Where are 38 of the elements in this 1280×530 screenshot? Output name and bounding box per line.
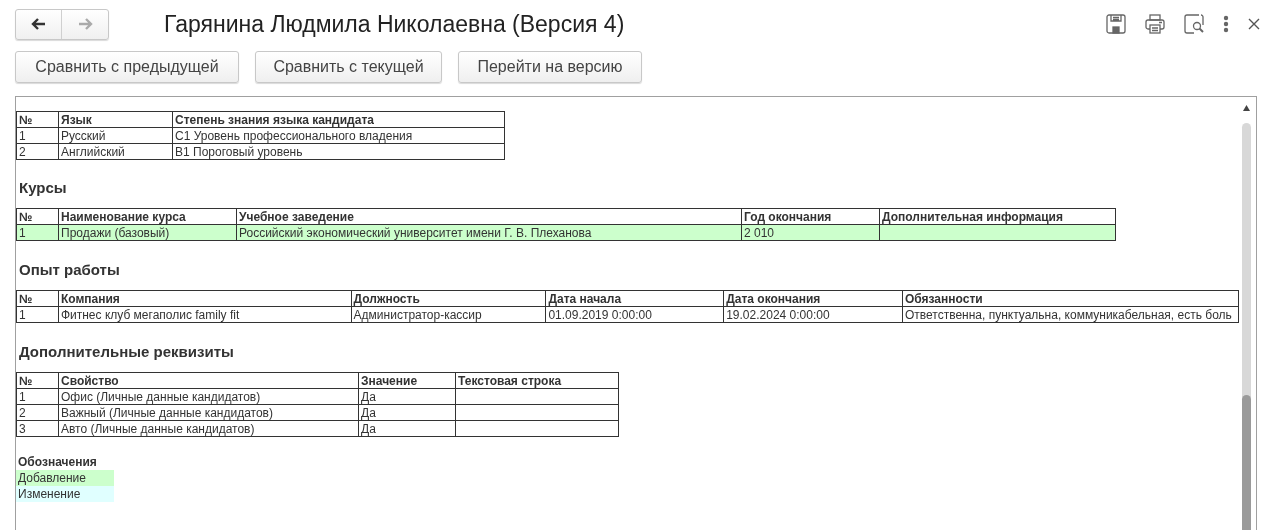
column-header: Учебное заведение [236,208,742,225]
column-header: Текстовая строка [455,372,619,389]
preview-icon[interactable] [1184,14,1204,34]
scrollbar-thumb[interactable] [1241,395,1251,530]
scrollbar-track[interactable] [1241,123,1251,530]
column-header: Значение [358,372,456,389]
column-header: Должность [351,290,546,307]
legend-item: Добавление [16,470,114,486]
column-header: № [16,290,59,307]
column-header: № [16,208,59,225]
column-header: Наименование курса [58,208,237,225]
more-icon[interactable] [1223,15,1229,33]
column-header: Свойство [58,372,359,389]
print-icon[interactable] [1145,14,1165,34]
window-title: Гарянина Людмила Николаевна (Версия 4) [164,9,625,39]
column-header: Дополнительная информация [879,208,1116,225]
column-header: Компания [58,290,352,307]
column-header: Дата окончания [723,290,903,307]
close-icon[interactable] [1248,18,1260,30]
column-header: Язык [58,111,173,128]
save-icon[interactable] [1106,14,1126,34]
toolbar-button[interactable]: Сравнить с предыдущей [15,51,239,83]
legend-title: Обозначения [18,454,97,470]
left-arrow-icon [30,16,47,32]
section-heading: Дополнительные реквизиты [19,342,234,362]
column-header: Степень знания языка кандидата [172,111,505,128]
section-heading: Курсы [19,178,67,198]
toolbar-button[interactable]: Перейти на версию [458,51,642,83]
column-header: Дата начала [545,290,724,307]
column-header: № [16,372,59,389]
section-heading: Опыт работы [19,260,120,280]
toolbar-button[interactable]: Сравнить с текущей [255,51,442,83]
legend-item: Изменение [16,486,114,502]
column-header: № [16,111,59,128]
column-header: Год окончания [741,208,880,225]
column-header: Обязанности [902,290,1239,307]
right-arrow-icon [77,16,93,32]
scroll-up-icon[interactable] [1242,105,1250,111]
